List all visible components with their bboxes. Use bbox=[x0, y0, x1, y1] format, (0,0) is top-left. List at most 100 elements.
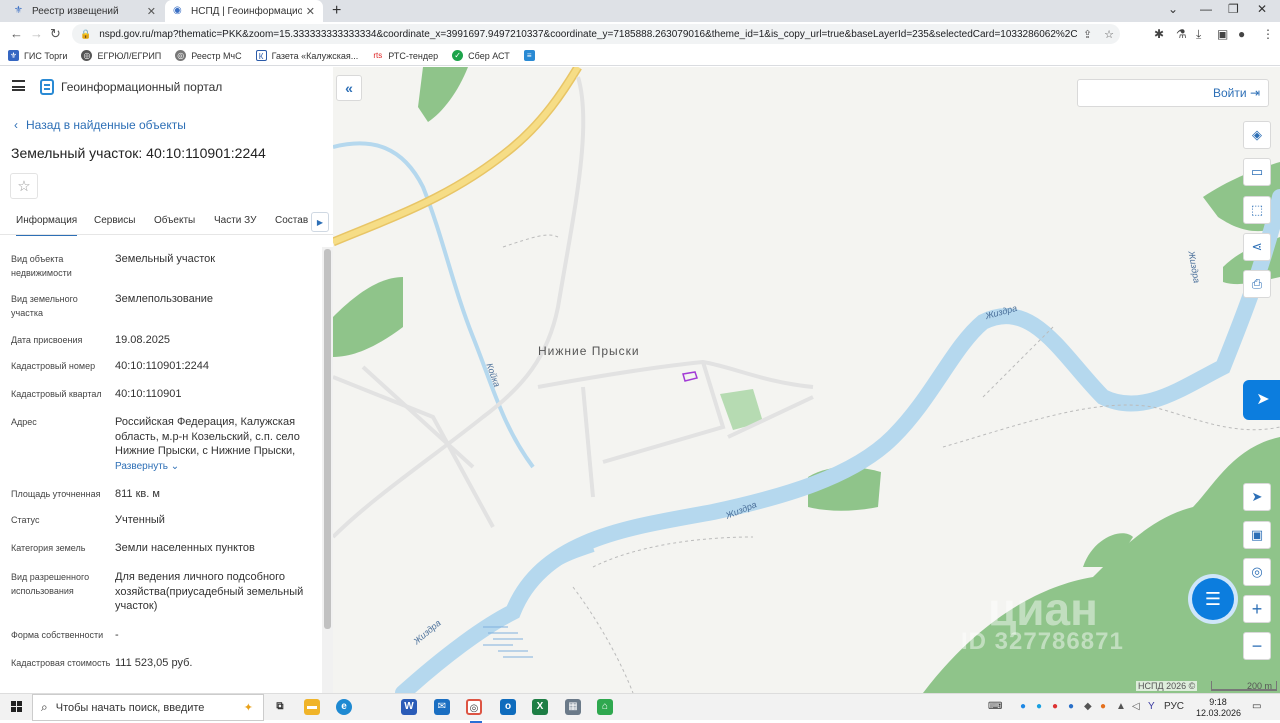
scrollbar-thumb[interactable] bbox=[324, 249, 331, 629]
ruler-icon[interactable]: ▭ bbox=[1243, 158, 1271, 186]
close-tab-icon[interactable]: ✕ bbox=[147, 5, 156, 18]
chrome-icon[interactable]: ◎ bbox=[466, 699, 482, 723]
layers-icon[interactable]: ◈ bbox=[1243, 121, 1271, 149]
map-canvas[interactable]: Нижние Прыски Жиздра Жиздра Жиздра Жиздр… bbox=[333, 67, 1280, 693]
profile-icon[interactable]: ● bbox=[1238, 27, 1245, 41]
firefox-tray-icon[interactable]: ● bbox=[1100, 701, 1106, 712]
volume-tray-icon[interactable]: ◁ bbox=[1132, 701, 1140, 712]
tab-title: НСПД | Геоинформационный п bbox=[191, 5, 302, 17]
info-value: 19.08.2025 bbox=[115, 334, 171, 346]
tab-objects[interactable]: Объекты bbox=[154, 215, 195, 226]
close-tab-icon[interactable]: ✕ bbox=[306, 5, 315, 18]
minimize-button[interactable]: — bbox=[1200, 2, 1212, 16]
tab-services[interactable]: Сервисы bbox=[94, 215, 135, 226]
geo-search-icon[interactable]: ◎ bbox=[1243, 558, 1271, 586]
opera-tray-icon[interactable]: ● bbox=[1052, 701, 1058, 712]
locate-icon[interactable]: ➤ bbox=[1243, 483, 1271, 511]
chat-icon[interactable]: ☰ bbox=[1192, 578, 1234, 620]
expand-address-link[interactable]: Развернуть ⌄ bbox=[115, 461, 179, 472]
info-value: Для ведения личного подсобного хозяйства… bbox=[115, 571, 304, 612]
browser-tab-1[interactable]: ⚜ Реестр извещений ✕ bbox=[6, 0, 164, 22]
keyboard-tray-icon[interactable]: ⌨ bbox=[988, 701, 1002, 712]
bookmark-reestr[interactable]: ◎ Реестр МчС bbox=[175, 50, 242, 61]
excel-icon[interactable]: X bbox=[532, 699, 548, 715]
info-value: 40:10:110901 bbox=[115, 388, 182, 400]
extension-icon[interactable]: ⚗ bbox=[1176, 27, 1187, 41]
chevron-down-icon: ⌄ bbox=[170, 460, 180, 472]
extensions-icon[interactable]: ✱ bbox=[1154, 27, 1164, 41]
bookmark-rts[interactable]: rts РТС-тендер bbox=[372, 50, 438, 61]
close-window-button[interactable]: ✕ bbox=[1257, 2, 1267, 16]
new-tab-button[interactable]: + bbox=[332, 2, 341, 20]
hamburger-menu-icon[interactable] bbox=[12, 80, 25, 91]
back-arrow-icon[interactable]: ← bbox=[10, 26, 23, 41]
file-explorer-icon[interactable]: ▬ bbox=[304, 699, 320, 715]
login-button[interactable]: Войти ⇥ bbox=[1213, 86, 1260, 100]
print-icon[interactable]: ⎙ bbox=[1243, 270, 1271, 298]
wifi-tray-icon[interactable]: ▲ bbox=[1116, 701, 1126, 712]
zoom-in-icon[interactable]: + bbox=[1243, 595, 1271, 623]
network-tray-icon[interactable]: ● bbox=[1020, 701, 1026, 712]
taskbar-search[interactable]: ⌕ Чтобы начать поиск, введите ✦ bbox=[32, 694, 264, 721]
bookmark-extra[interactable]: ≡ bbox=[523, 50, 540, 61]
restore-button[interactable]: ❐ bbox=[1228, 2, 1239, 16]
share-page-icon[interactable]: ⇪ bbox=[1083, 28, 1092, 41]
favorite-star-icon[interactable]: ☆ bbox=[10, 173, 38, 199]
tab-parts[interactable]: Части ЗУ bbox=[214, 215, 256, 226]
sber-icon: ✓ bbox=[452, 50, 464, 61]
notifications-icon[interactable]: ▭ bbox=[1252, 701, 1261, 712]
windows-start-icon[interactable] bbox=[11, 701, 23, 713]
tab-search-icon[interactable]: ⌄ bbox=[1168, 2, 1178, 16]
info-value: 40:10:110901:2244 bbox=[115, 360, 209, 372]
clock[interactable]: 9:18 12.03.2026 bbox=[1196, 697, 1241, 719]
calculator-icon[interactable]: ▦ bbox=[565, 699, 581, 715]
eagle-icon: ⚜ bbox=[14, 5, 23, 16]
tab-information[interactable]: Информация bbox=[16, 215, 78, 236]
bookmark-sber[interactable]: ✓ Сбер АСТ bbox=[452, 50, 510, 61]
major-road bbox=[333, 67, 581, 245]
globe-icon: ◉ bbox=[173, 5, 182, 16]
portal-bookmark-icon: ≡ bbox=[523, 50, 535, 61]
browser-tabstrip: ⚜ Реестр извещений ✕ ◉ НСПД | Геоинформа… bbox=[0, 0, 1280, 22]
info-value: 811 кв. м bbox=[115, 488, 160, 500]
select-area-icon[interactable]: ⬚ bbox=[1243, 196, 1271, 224]
object-card-panel: Геоинформационный портал ‹ Назад в найден… bbox=[0, 67, 333, 693]
edge-icon[interactable]: e bbox=[336, 699, 352, 715]
sidebar-icon[interactable]: ▣ bbox=[1217, 27, 1228, 41]
bookmark-star-icon[interactable]: ☆ bbox=[1104, 28, 1114, 41]
village-label: Нижние Прыски bbox=[538, 344, 640, 358]
object-title: Земельный участок: 40:10:110901:2244 bbox=[11, 145, 266, 161]
cadastral-parcel-outline bbox=[682, 371, 698, 382]
forward-arrow-icon[interactable]: → bbox=[30, 26, 43, 41]
bookmark-egrul[interactable]: ◎ ЕГРЮЛ/ЕГРИП bbox=[81, 50, 161, 61]
mail-icon[interactable]: ✉ bbox=[434, 699, 450, 715]
panel-scrollbar[interactable] bbox=[322, 247, 333, 693]
download-icon[interactable]: ⤓ bbox=[1196, 27, 1201, 42]
info-value: Земельный участок bbox=[115, 253, 216, 265]
bookmark-gazeta[interactable]: К Газета «Калужская... bbox=[255, 50, 358, 61]
outlook-icon[interactable]: o bbox=[500, 699, 516, 715]
zoom-out-icon[interactable]: − bbox=[1243, 632, 1271, 660]
tabs-scroll-right-icon[interactable]: ▶ bbox=[311, 212, 329, 232]
minimap-icon[interactable]: ▣ bbox=[1243, 521, 1271, 549]
shield-tray-icon[interactable]: ◆ bbox=[1084, 701, 1092, 712]
telegram-tray-icon[interactable]: ● bbox=[1036, 701, 1042, 712]
reload-icon[interactable]: ↻ bbox=[50, 26, 61, 42]
word-icon[interactable]: W bbox=[401, 699, 417, 715]
tab-composition[interactable]: Состав bbox=[275, 215, 308, 226]
task-view-icon[interactable]: ⧉ bbox=[272, 699, 288, 715]
bookmark-gis-torgi[interactable]: ⚜ ГИС Торги bbox=[8, 50, 67, 61]
app-tray-icon[interactable]: ● bbox=[1068, 701, 1074, 712]
share-icon[interactable]: ⋖ bbox=[1243, 233, 1271, 261]
yandex-tray-icon[interactable]: Y bbox=[1148, 701, 1155, 712]
back-to-results-link[interactable]: ‹ Назад в найденные объекты bbox=[14, 118, 186, 132]
more-menu-icon[interactable]: ⋮ bbox=[1262, 27, 1274, 41]
home-app-icon[interactable]: ⌂ bbox=[597, 699, 613, 715]
language-indicator[interactable]: РУС bbox=[1164, 701, 1184, 712]
gis-torgi-icon: ⚜ bbox=[8, 50, 19, 61]
rts-icon: rts bbox=[372, 50, 384, 61]
browser-tab-2[interactable]: ◉ НСПД | Геоинформационный п ✕ bbox=[165, 0, 323, 22]
url-field[interactable]: 🔒 nspd.gov.ru/map?thematic=PKK&zoom=15.3… bbox=[72, 24, 1120, 44]
assistant-widget-icon[interactable]: ➤ bbox=[1243, 380, 1280, 420]
collapse-panel-button[interactable]: « bbox=[336, 75, 362, 101]
